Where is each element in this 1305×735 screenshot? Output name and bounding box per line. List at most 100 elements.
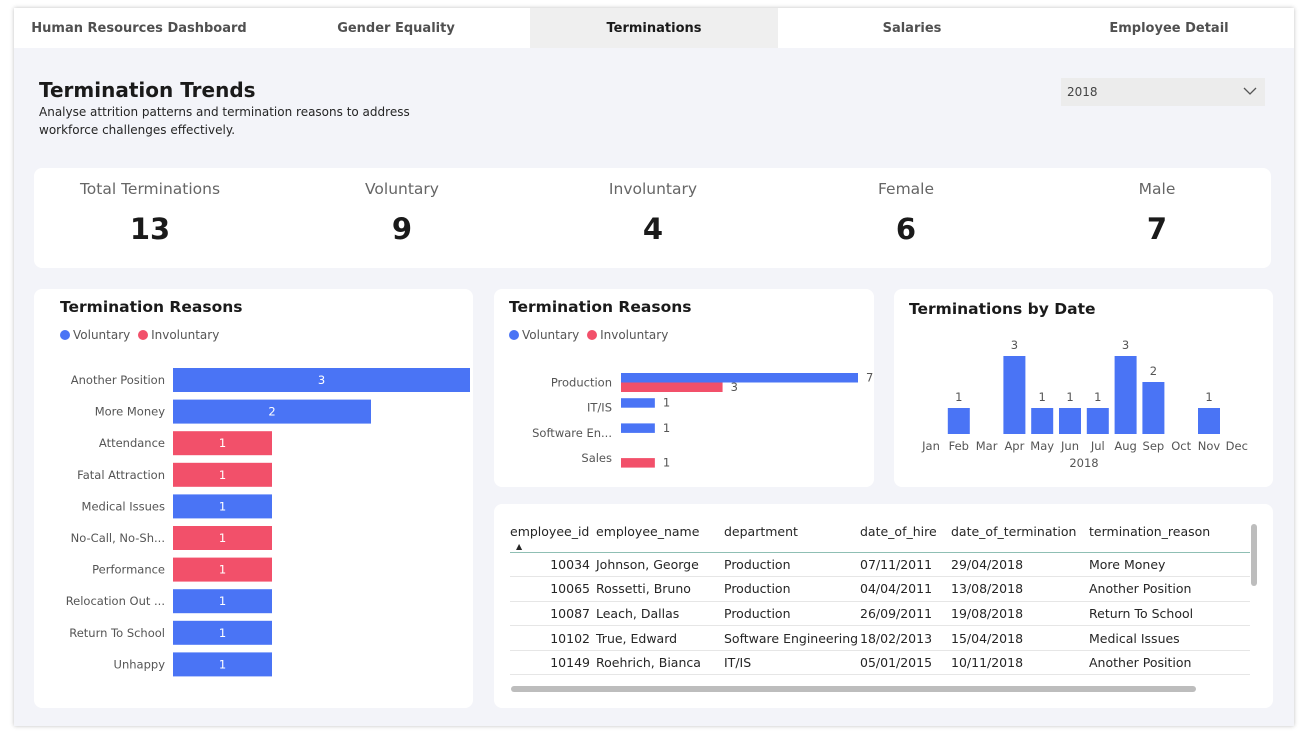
reason-category-label: Another Position [71,373,165,387]
x-axis-title: 2018 [1069,456,1098,470]
cell-department: Production [724,601,860,627]
column-header-department[interactable]: department [724,520,860,553]
month-bar [1114,356,1137,434]
tab-salaries[interactable]: Salaries [788,8,1036,48]
reason-category-label: Medical Issues [82,499,165,513]
cell-termination-reason: Return To School [1089,601,1250,627]
reason-category-label: More Money [95,405,165,419]
month-data-label: 1 [955,390,962,404]
table-row[interactable]: 10149 Roehrich, Bianca IT/IS 05/01/2015 … [510,650,1250,676]
cell-termination-reason: More Money [1089,552,1250,578]
month-data-label: 3 [1011,338,1018,352]
tab-terminations[interactable]: Terminations [530,8,778,48]
dept-bar-involuntary [621,458,655,468]
cell-date-of-hire: 26/09/2011 [860,601,951,627]
month-data-label: 1 [1039,390,1046,404]
cell-date-of-hire: 18/02/2013 [860,625,951,651]
dept-bar-involuntary [621,382,723,392]
month-bar [1059,408,1081,434]
cell-department: Production [724,552,860,578]
tab-hr-dashboard[interactable]: Human Resources Dashboard [14,8,264,48]
reason-data-label: 1 [219,626,226,640]
table-header-row: employee_id ▲ employee_name department da… [510,520,1250,553]
cell-date-of-hire: 07/11/2011 [860,552,951,578]
table-row[interactable]: 10087 Leach, Dallas Production 26/09/201… [510,601,1250,627]
month-data-label: 1 [1094,390,1101,404]
cell-employee-name: Rossetti, Bruno [596,576,724,602]
cell-employee-id: 10065 [510,576,596,602]
reason-data-label: 1 [219,531,226,545]
kpi-value: 4 [642,212,664,246]
cell-date-of-hire: 05/01/2015 [860,650,951,676]
month-bar [947,408,970,434]
dept-bar-voluntary [621,423,655,433]
report-canvas: Human Resources Dashboard Gender Equalit… [14,8,1294,726]
cell-date-of-termination: 29/04/2018 [951,552,1089,578]
table-row[interactable]: 10065 Rossetti, Bruno Production 04/04/2… [510,576,1250,602]
dept-data-label: 7 [866,371,873,385]
reason-category-label: No-Call, No-Sh... [71,531,165,545]
kpi-value: 9 [391,212,413,246]
dept-data-label: 1 [663,421,670,435]
month-data-label: 1 [1066,390,1073,404]
reason-data-label: 1 [219,468,226,482]
tab-employee-detail[interactable]: Employee Detail [1044,8,1294,48]
reason-data-label: 1 [219,657,226,671]
cell-department: Production [724,576,860,602]
reason-category-label: Return To School [69,626,165,640]
month-bar [1198,408,1220,434]
cell-employee-name: Leach, Dallas [596,601,724,627]
table-horizontal-scrollbar[interactable] [511,686,1196,692]
cell-employee-name: True, Edward [596,625,724,651]
reason-data-label: 1 [219,594,226,608]
dept-data-label: 1 [663,456,670,470]
month-bar [1031,408,1054,434]
column-header-date-of-hire[interactable]: date_of_hire [860,520,951,553]
month-data-label: 2 [1150,364,1157,378]
cell-department: IT/IS [724,650,860,676]
month-tick-label: Mar [976,439,998,453]
kpi-label: Total Terminations [79,180,221,198]
kpi-value: 13 [129,212,171,246]
column-header-employee-name[interactable]: employee_name [596,520,724,553]
tab-gender-equality[interactable]: Gender Equality [272,8,520,48]
year-filter-dropdown[interactable]: 2018 [1061,78,1265,106]
month-bar [1142,382,1165,434]
month-data-label: 3 [1122,338,1129,352]
cell-termination-reason: Medical Issues [1089,625,1250,651]
reasons-bar-chart: Another Position 3 More Money 2 Attendance 1 F… [66,368,470,677]
table-row[interactable]: 10102 True, Edward Software Engineering … [510,625,1250,651]
page-tabs: Human Resources Dashboard Gender Equalit… [14,8,1294,48]
reason-category-label: Relocation Out ... [66,594,165,608]
dept-data-label: 1 [663,396,670,410]
month-column-chart: Jan 1 Feb Mar 3 Apr 1 May 1 Jun 1 Jul 3 Aug 2 Sep Oct 1 No… [921,338,1248,470]
cell-employee-id: 10087 [510,601,596,627]
month-tick-label: Jul [1090,439,1105,453]
cell-termination-reason: Another Position [1089,576,1250,602]
column-header-termination-reason[interactable]: termination_reason [1089,520,1250,553]
cell-employee-id: 10149 [510,650,596,676]
month-tick-label: Nov [1198,439,1221,453]
cell-employee-name: Johnson, George [596,552,724,578]
month-tick-label: Apr [1004,439,1024,453]
month-tick-label: Feb [949,439,969,453]
date-chart-card: Terminations by Date Jan 1 Feb Mar 3 Apr 1 May 1… [894,289,1273,487]
cell-date-of-termination: 19/08/2018 [951,601,1089,627]
dept-category-label: Sales [581,451,612,465]
kpi-card: Total Terminations 13 Voluntary 9 Involu… [34,168,1271,268]
reason-data-label: 2 [268,405,275,419]
cell-employee-name: Roehrich, Bianca [596,650,724,676]
table-vertical-scrollbar[interactable] [1251,524,1257,586]
reason-category-label: Attendance [99,436,165,450]
reason-category-label: Performance [92,563,165,577]
table-row[interactable]: 10034 Johnson, George Production 07/11/2… [510,552,1250,578]
reasons-chart-card: Termination Reasons Voluntary Involuntar… [34,289,473,708]
month-tick-label: Jun [1060,439,1079,453]
chevron-down-icon [1243,87,1257,95]
month-tick-label: May [1030,439,1054,453]
column-header-employee-id[interactable]: employee_id ▲ [510,520,596,553]
month-tick-label: Oct [1171,439,1191,453]
month-tick-label: Jan [921,439,940,453]
column-header-date-of-termination[interactable]: date_of_termination [951,520,1089,553]
year-filter-value: 2018 [1067,85,1098,99]
